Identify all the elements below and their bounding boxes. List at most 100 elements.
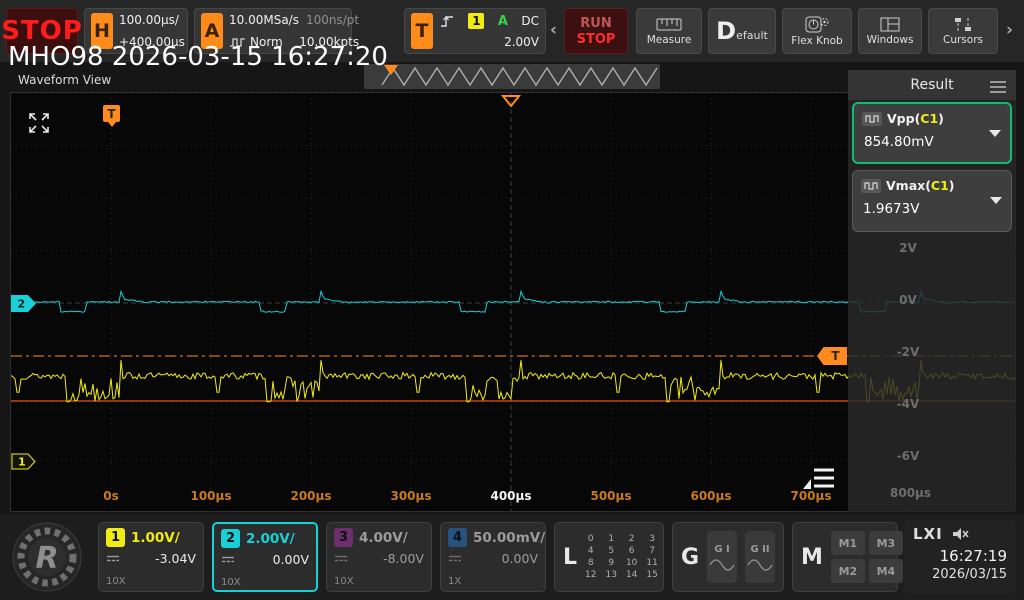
digital-ch: 12: [585, 570, 596, 580]
dc-coupling-icon: [334, 554, 348, 563]
digital-ch: 13: [605, 570, 616, 580]
channel-1-scale: 1.00V/: [131, 530, 180, 546]
digital-ch: 11: [646, 558, 657, 568]
svg-text:R: R: [35, 541, 58, 576]
cursors-button[interactable]: Cursors: [928, 8, 998, 54]
dc-coupling-icon: [106, 554, 120, 563]
screenshot-timestamp-overlay: MHO98 2026-03-15 16:27:20: [8, 42, 388, 72]
trigger-badge: T: [411, 13, 433, 49]
channel-4-box[interactable]: 4 50.00mV/ 0.00V 1X: [440, 522, 546, 592]
menu-collapse-icon[interactable]: [801, 465, 837, 491]
channel-1-probe: 10X: [106, 576, 126, 587]
timebase-overview-strip[interactable]: [364, 64, 660, 89]
generator-label: G: [681, 545, 699, 570]
horizontal-scale: 100.00µs/: [119, 13, 185, 27]
result-menu-icon[interactable]: [990, 78, 1006, 96]
rigol-logo[interactable]: R: [10, 520, 84, 594]
channel-1-position-marker[interactable]: 1: [11, 453, 37, 470]
x-axis-label-8: 800µs: [890, 486, 930, 500]
system-status-box: LXI 16:27:19 2026/03/15: [904, 520, 1016, 594]
sample-rate: 10.00MSa/s: [229, 13, 299, 27]
gen2-button[interactable]: G II: [745, 531, 775, 583]
trigger-source-badge: 1: [468, 13, 484, 29]
measurement-vpp-label: Vpp(C1): [887, 111, 944, 126]
trigger-auto-indicator: A: [498, 14, 508, 29]
overview-zigzag: [364, 64, 660, 89]
result-panel: 4V 2V 0V -2V -4V -6V 800µs Result Vpp(C1…: [848, 70, 1016, 512]
default-button[interactable]: Default: [708, 8, 776, 54]
channel-4-badge: 4: [448, 528, 467, 547]
digital-ch: 4: [585, 546, 596, 556]
y-axis-label-3: -2V: [888, 345, 928, 359]
measurement-item-vmax[interactable]: Vmax(C1) 1.9673V: [852, 170, 1012, 232]
run-label: RUN: [580, 16, 611, 31]
dc-coupling-icon: [221, 555, 235, 564]
measure-button[interactable]: Measure: [636, 8, 702, 54]
channel-3-box[interactable]: 3 4.00V/ -8.00V 10X: [326, 522, 432, 592]
run-stop-button[interactable]: RUN STOP: [564, 8, 628, 54]
channel-3-scale: 4.00V/: [359, 530, 408, 546]
trigger-settings-group[interactable]: T 1 A DC 2.00V: [404, 8, 546, 54]
trigger-position-flag[interactable]: T: [103, 105, 120, 122]
digital-ch: 15: [646, 570, 657, 580]
math4-button[interactable]: M4: [869, 559, 903, 583]
measurement-type-icon: [862, 112, 882, 126]
digital-ch: 10: [626, 558, 637, 568]
windows-label: Windows: [867, 34, 914, 46]
speaker-muted-icon[interactable]: [952, 527, 970, 541]
dc-coupling-icon: [448, 554, 462, 563]
channel-4-offset: 0.00V: [466, 551, 538, 566]
tab-waveform-view[interactable]: Waveform View: [18, 73, 111, 87]
channel-1-box[interactable]: 1 1.00V/ -3.04V 10X: [98, 522, 204, 592]
channel-2-probe: 10X: [221, 577, 241, 588]
digital-ch: 0: [585, 534, 596, 544]
trigger-time-marker[interactable]: [501, 94, 521, 107]
measurement-vpp-value: 854.80mV: [862, 134, 1002, 150]
system-time: 16:27:19: [913, 547, 1007, 565]
math1-button[interactable]: M1: [831, 531, 865, 555]
x-axis-label-7: 700µs: [790, 489, 831, 503]
waveform-generator-box: G G I G II: [672, 522, 784, 592]
logic-analyzer-box[interactable]: L 0 1 2 3 4 5 6 7 8 9 10 11 12 13 14 15: [554, 522, 664, 592]
system-date: 2026/03/15: [913, 567, 1007, 582]
channel-3-badge: 3: [334, 528, 353, 547]
toolbar-nav-right[interactable]: ›: [1006, 20, 1013, 40]
math3-button[interactable]: M3: [869, 531, 903, 555]
cursors-icon: [953, 17, 973, 32]
digital-ch: 2: [626, 534, 637, 544]
result-panel-title: Result: [910, 77, 953, 93]
digital-channels-grid: 0 1 2 3 4 5 6 7 8 9 10 11 12 13 14 15: [585, 534, 658, 580]
channel-4-probe: 1X: [448, 576, 461, 587]
default-label: Default: [716, 17, 768, 45]
channel-1-marker-label: 1: [18, 456, 26, 469]
sine-wave-icon: [709, 559, 735, 571]
flex-knob-button[interactable]: Flex Knob: [782, 8, 852, 54]
measure-ruler-icon: [656, 17, 682, 32]
digital-ch: 6: [626, 546, 637, 556]
digital-ch: 14: [626, 570, 637, 580]
expand-view-icon[interactable]: [27, 111, 51, 135]
chevron-down-icon[interactable]: [990, 197, 1002, 204]
measurement-vmax-value: 1.9673V: [861, 201, 1003, 217]
gen1-button[interactable]: G I: [707, 531, 737, 583]
channel-2-box[interactable]: 2 2.00V/ 0.00V 10X: [212, 522, 318, 592]
toolbar-nav-left[interactable]: ‹: [550, 20, 557, 40]
math2-button[interactable]: M2: [831, 559, 865, 583]
digital-ch: 9: [605, 558, 616, 568]
oscilloscope-screen: STOP H 100.00µs/ +400.00µs A 10.00MSa/s …: [0, 0, 1024, 600]
measure-label: Measure: [647, 34, 692, 46]
chevron-down-icon[interactable]: [989, 130, 1001, 137]
y-axis-label-5: -6V: [888, 449, 928, 463]
sine-wave-icon: [747, 559, 773, 571]
channel-2-position-marker[interactable]: 2: [11, 295, 37, 312]
digital-ch: 1: [605, 534, 616, 544]
channel-1-badge: 1: [106, 528, 125, 547]
x-axis-label-3: 300µs: [390, 489, 431, 503]
channel-3-offset: -8.00V: [352, 551, 424, 566]
channel-1-offset: -3.04V: [124, 551, 196, 566]
channel-4-scale: 50.00mV/: [473, 530, 545, 546]
trigger-slope-icon: [439, 13, 455, 29]
windows-button[interactable]: Windows: [858, 8, 922, 54]
x-axis-label-1: 100µs: [190, 489, 231, 503]
measurement-item-vpp[interactable]: Vpp(C1) 854.80mV: [852, 102, 1012, 164]
